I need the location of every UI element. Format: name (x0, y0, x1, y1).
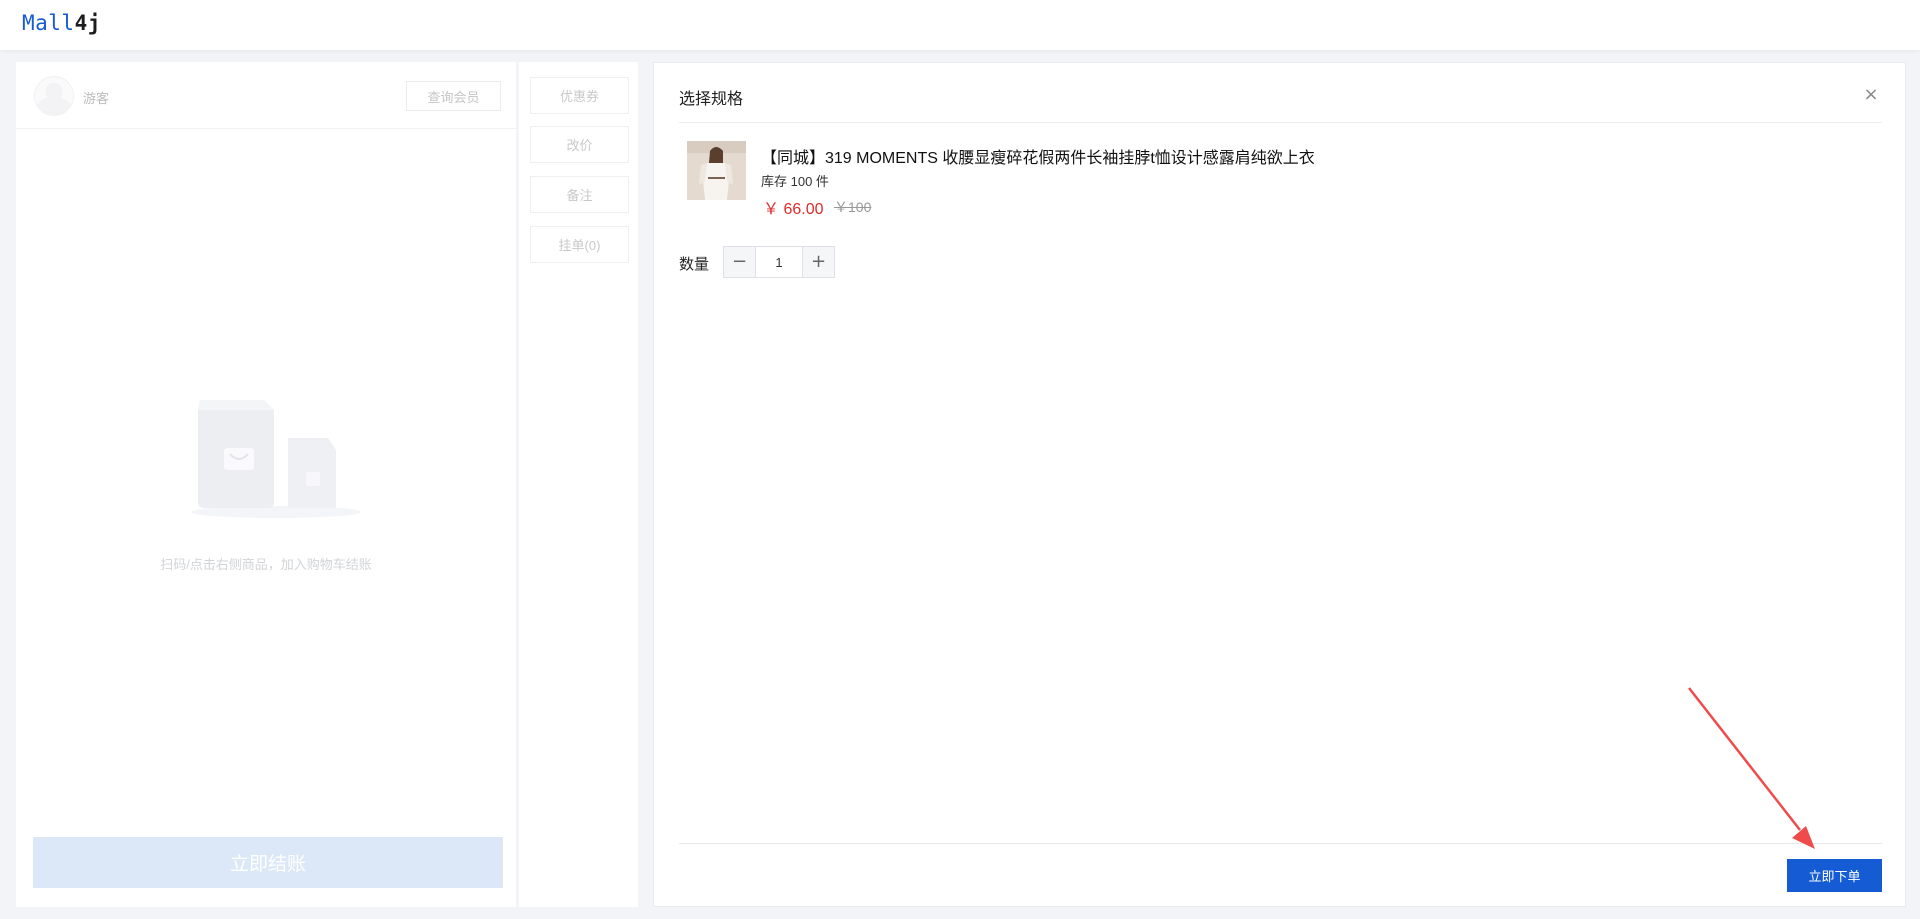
top-bar: Mall4j (0, 0, 1920, 50)
dialog-title: 选择规格 (679, 91, 744, 108)
side-actions-panel: 优惠券 改价 备注 挂单(0) (518, 62, 638, 907)
product-original-price: ￥100 (834, 199, 872, 215)
quantity-label: 数量 (679, 256, 710, 273)
quantity-stepper: − + (723, 246, 835, 278)
query-member-button[interactable]: 查询会员 (406, 81, 501, 111)
product-price: ￥ 66.00 (763, 201, 824, 218)
product-stock: 库存 100 件 (761, 174, 829, 189)
mall4j-logo[interactable]: Mall4j (22, 11, 101, 35)
change-price-button[interactable]: 改价 (530, 126, 629, 163)
guest-avatar-icon (34, 76, 74, 116)
plus-icon[interactable]: + (802, 247, 834, 277)
coupon-button[interactable]: 优惠券 (530, 77, 629, 114)
hold-order-button[interactable]: 挂单(0) (530, 226, 629, 263)
quantity-input[interactable] (756, 247, 802, 277)
close-icon[interactable]: × (1859, 83, 1883, 107)
product-thumbnail (687, 141, 746, 200)
product-name: 【同城】319 MOMENTS 收腰显瘦碎花假两件长袖挂脖t恤设计感露肩纯欲上衣 (761, 150, 1315, 167)
product-photo-icon (687, 141, 746, 200)
place-order-button[interactable]: 立即下单 (1787, 859, 1882, 892)
member-row: 游客 查询会员 (16, 62, 516, 129)
footer-divider (679, 843, 1882, 844)
select-spec-dialog: 选择规格 × 【同城】319 MOMENTS 收腰显瘦碎花假两件长袖挂脖t恤设计… (653, 62, 1906, 907)
empty-cart-bag-icon (191, 400, 361, 518)
logo-part-mall: Mall (22, 11, 75, 35)
remark-button[interactable]: 备注 (530, 176, 629, 213)
empty-cart-text: 扫码/点击右侧商品，加入购物车结账 (160, 557, 372, 572)
checkout-button[interactable]: 立即结账 (33, 837, 503, 888)
cart-panel: 游客 查询会员 扫码/点击右侧商品，加入购物车结账 立即结账 (16, 62, 516, 907)
logo-part-4j: 4j (74, 11, 101, 35)
divider (679, 122, 1882, 123)
guest-label: 游客 (83, 91, 110, 106)
minus-icon[interactable]: − (724, 247, 756, 277)
